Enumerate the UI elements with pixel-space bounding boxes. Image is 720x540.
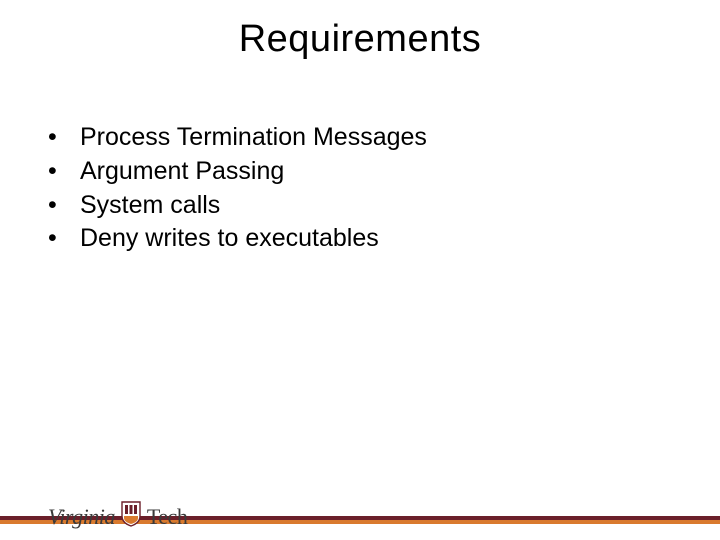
bullet-icon: • <box>48 189 80 223</box>
list-item: • Process Termination Messages <box>48 121 720 155</box>
shield-icon <box>121 501 141 532</box>
logo-tech-text: Tech <box>147 504 187 530</box>
bullet-icon: • <box>48 155 80 189</box>
bullet-text: Process Termination Messages <box>80 121 720 155</box>
bullet-text: System calls <box>80 189 720 223</box>
logo-virginia-text: Virginia <box>48 504 115 530</box>
vt-logo: Virginia Tech <box>48 501 187 532</box>
bullet-list: • Process Termination Messages • Argumen… <box>48 121 720 256</box>
bullet-icon: • <box>48 222 80 256</box>
slide: Requirements • Process Termination Messa… <box>0 18 720 540</box>
list-item: • System calls <box>48 189 720 223</box>
bullet-icon: • <box>48 121 80 155</box>
list-item: • Argument Passing <box>48 155 720 189</box>
list-item: • Deny writes to executables <box>48 222 720 256</box>
slide-title: Requirements <box>0 18 720 61</box>
bullet-text: Deny writes to executables <box>80 222 720 256</box>
bullet-text: Argument Passing <box>80 155 720 189</box>
